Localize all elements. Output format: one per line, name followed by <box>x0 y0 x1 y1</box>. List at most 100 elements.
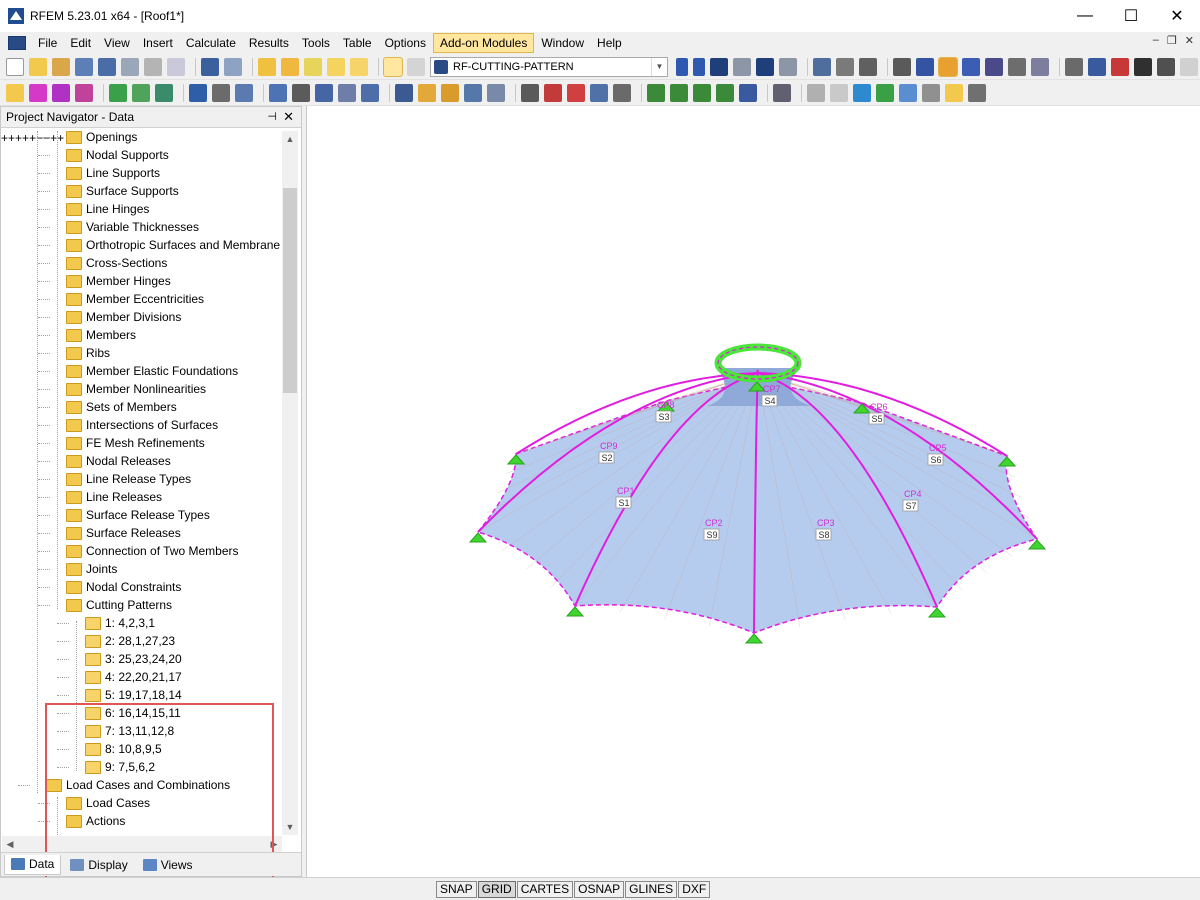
move-icon[interactable] <box>938 56 958 77</box>
tree-item[interactable]: Joints <box>66 560 117 578</box>
load-wizard-icon[interactable] <box>327 57 345 76</box>
tree-item[interactable]: Line Releases <box>66 488 162 506</box>
surface-label[interactable]: S8 <box>819 530 830 540</box>
nodal-support-icon[interactable] <box>927 607 947 618</box>
tab-data[interactable]: Data <box>4 854 62 875</box>
open-project-icon[interactable] <box>52 57 70 76</box>
tree-item[interactable]: 1: 4,2,3,1 <box>85 614 155 632</box>
menu-window[interactable]: Window <box>535 34 590 52</box>
tree-item[interactable]: Line Supports <box>66 164 160 182</box>
solid-icon[interactable] <box>292 83 310 102</box>
nodal-support-icon[interactable] <box>1027 539 1047 550</box>
menu-results[interactable]: Results <box>243 34 295 52</box>
cutting-pattern-label[interactable]: CP4 <box>904 489 922 499</box>
line-icon[interactable] <box>29 83 47 102</box>
support-icon[interactable] <box>109 83 127 102</box>
status-snap-button[interactable]: SNAP <box>436 881 477 898</box>
tree-item[interactable]: Surface Release Types <box>66 506 210 524</box>
menu-file[interactable]: File <box>32 34 63 52</box>
mirror-icon[interactable] <box>985 57 1003 76</box>
navigator-toggle-icon[interactable] <box>383 56 403 77</box>
tree-item[interactable]: Members <box>66 326 136 344</box>
divide-icon[interactable] <box>1065 57 1083 76</box>
iso-view-icon[interactable] <box>590 83 608 102</box>
maximize-button[interactable]: ☐ <box>1108 0 1154 32</box>
box-icon[interactable] <box>876 83 894 102</box>
connect-icon[interactable] <box>1088 57 1106 76</box>
open-folder-icon[interactable] <box>29 57 47 76</box>
previous-icon[interactable] <box>676 57 688 76</box>
save-all-icon[interactable] <box>75 57 93 76</box>
expand-icon[interactable]: + <box>15 131 22 145</box>
rotate-icon[interactable] <box>962 57 980 76</box>
layout-icon[interactable] <box>945 83 963 102</box>
surface-label[interactable]: S1 <box>619 498 630 508</box>
menu-calculate[interactable]: Calculate <box>180 34 242 52</box>
surface-support-icon[interactable] <box>155 83 173 102</box>
grid-icon[interactable] <box>836 57 854 76</box>
surface-label[interactable]: S6 <box>931 455 942 465</box>
calculate-icon[interactable] <box>521 83 539 102</box>
surface-label[interactable]: S9 <box>707 530 718 540</box>
mdi-close-button[interactable]: ✕ <box>1185 34 1194 47</box>
tree-item[interactable]: 4: 22,20,21,17 <box>85 668 182 686</box>
tree-item[interactable]: 7: 13,11,12,8 <box>85 722 174 740</box>
tree-item[interactable]: 9: 7,5,6,2 <box>85 758 155 776</box>
tree-item[interactable]: Load Cases <box>66 794 150 812</box>
surface-label[interactable]: S3 <box>659 412 670 422</box>
beam-icon[interactable] <box>212 83 230 102</box>
tree-item[interactable]: FE Mesh Refinements <box>66 434 205 452</box>
generate-loads-icon[interactable] <box>464 83 482 102</box>
view-z-icon[interactable] <box>693 83 711 102</box>
tree-item[interactable]: 6: 16,14,15,11 <box>85 704 181 722</box>
combination-icon[interactable] <box>441 83 459 102</box>
tree-item[interactable]: Line Hinges <box>66 200 149 218</box>
tree-item[interactable]: Ribs <box>66 344 110 362</box>
result-values-icon[interactable] <box>733 57 751 76</box>
minimize-button[interactable]: — <box>1062 0 1108 32</box>
more-icon[interactable] <box>1180 57 1198 76</box>
tab-display[interactable]: Display <box>64 855 133 875</box>
expand-icon[interactable]: + <box>57 131 64 145</box>
dimension-line-icon[interactable] <box>807 83 825 102</box>
next-icon[interactable] <box>693 57 705 76</box>
mdi-minimize-button[interactable]: – <box>1153 34 1159 47</box>
status-osnap-button[interactable]: OSNAP <box>574 881 625 898</box>
table-toggle-icon[interactable] <box>407 57 425 76</box>
cutting-pattern-label[interactable]: CP6 <box>870 402 888 412</box>
menu-insert[interactable]: Insert <box>137 34 179 52</box>
menu-options[interactable]: Options <box>379 34 432 52</box>
load-case-icon[interactable] <box>418 83 436 102</box>
tree-item[interactable]: Nodal Releases <box>66 452 171 470</box>
undo-icon[interactable] <box>201 57 219 76</box>
tree-item[interactable]: Sets of Members <box>66 398 177 416</box>
surface-icon[interactable] <box>269 83 287 102</box>
tree-item[interactable]: Cross-Sections <box>66 254 167 272</box>
cutting-pattern-label[interactable]: CP2 <box>705 518 723 528</box>
tree-item[interactable]: Openings <box>66 131 137 146</box>
arc-icon[interactable] <box>75 83 93 102</box>
status-grid-button[interactable]: GRID <box>477 881 516 898</box>
tree-item[interactable]: Nodal Constraints <box>66 578 181 596</box>
value-icon[interactable] <box>710 57 728 76</box>
close-button[interactable]: ✕ <box>1154 0 1200 32</box>
zoom-icon[interactable] <box>567 83 585 102</box>
redo-icon[interactable] <box>224 57 242 76</box>
tree-item[interactable]: Nodal Supports <box>66 146 169 164</box>
close-icon[interactable]: ✕ <box>283 109 294 125</box>
scroll-up-icon[interactable]: ▲ <box>282 131 298 147</box>
surface-label[interactable]: S5 <box>872 414 883 424</box>
thickness-icon[interactable] <box>338 83 356 102</box>
cutting-pattern-label[interactable]: CP5 <box>929 443 947 453</box>
folder-icon[interactable] <box>350 57 368 76</box>
render-icon[interactable] <box>893 57 911 76</box>
scroll-left-icon[interactable]: ◀ <box>2 836 18 853</box>
tree-item[interactable]: Connection of Two Members <box>66 542 239 560</box>
surface-label[interactable]: S2 <box>602 453 613 463</box>
dimension-icon[interactable] <box>1031 57 1049 76</box>
guide-line-icon[interactable] <box>922 83 940 102</box>
tree-item[interactable]: Load Cases and Combinations <box>46 776 230 794</box>
horizontal-scrollbar[interactable]: ◀ ▶ <box>2 836 282 853</box>
delete-icon[interactable] <box>1134 57 1152 76</box>
line-support-icon[interactable] <box>132 83 150 102</box>
